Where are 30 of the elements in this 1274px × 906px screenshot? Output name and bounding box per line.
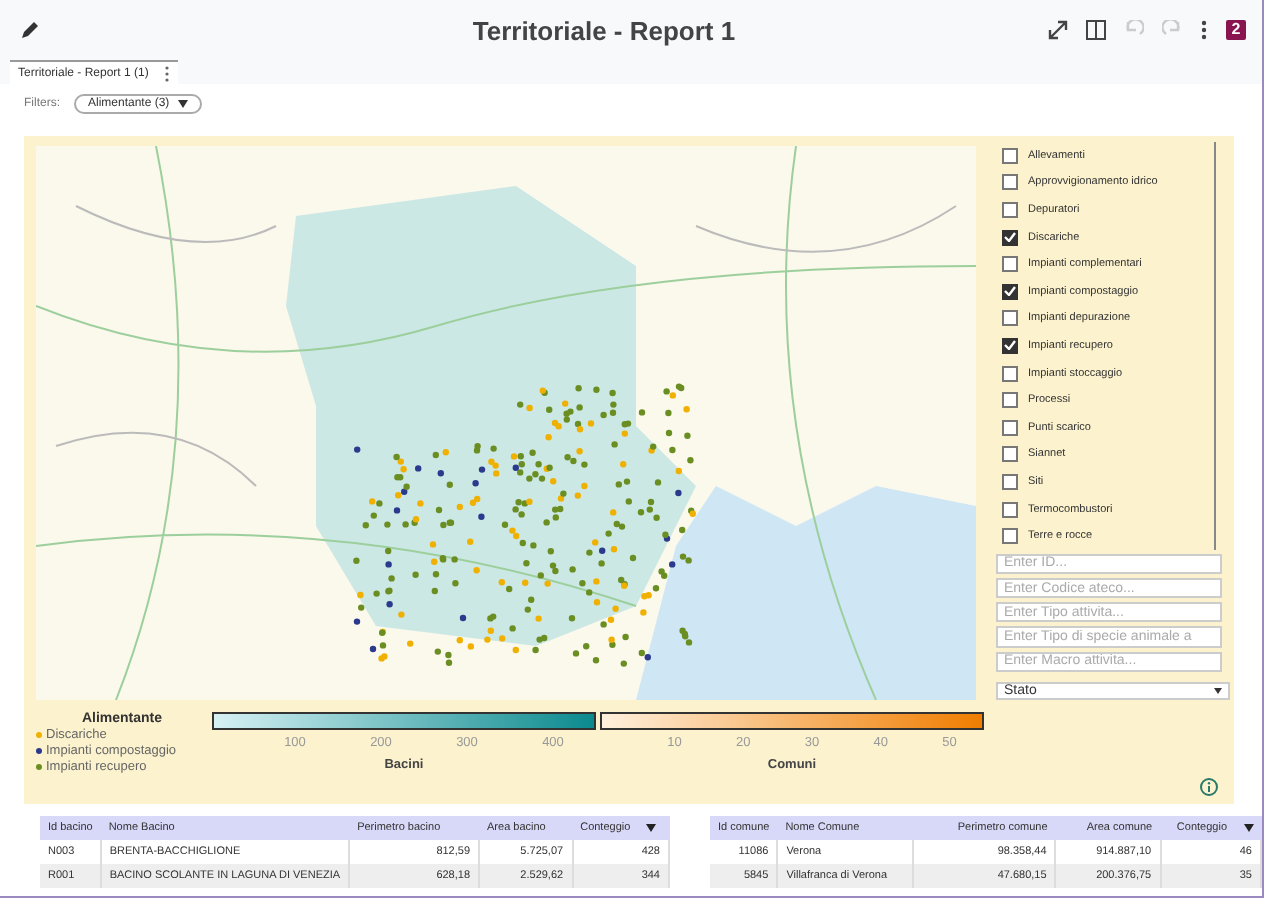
caret-icon <box>1214 687 1222 694</box>
sort-icon[interactable] <box>646 823 657 832</box>
notification-badge[interactable]: 2 <box>1226 20 1246 40</box>
report-title: Territoriale - Report 1 <box>470 15 738 45</box>
checkbox[interactable] <box>1002 419 1018 436</box>
checkbox[interactable] <box>1002 473 1018 490</box>
info-icon[interactable] <box>1200 778 1218 796</box>
caret-icon <box>177 100 188 108</box>
checkbox[interactable] <box>1002 392 1018 409</box>
checkbox[interactable] <box>1002 229 1018 246</box>
checkbox[interactable] <box>1002 365 1018 382</box>
checkbox[interactable] <box>1002 201 1018 218</box>
checkbox[interactable] <box>1002 310 1018 327</box>
checkbox[interactable] <box>1002 147 1018 164</box>
check-icon <box>1004 286 1016 297</box>
panel-icon[interactable] <box>1086 20 1106 40</box>
checkbox[interactable] <box>1002 501 1018 518</box>
checkbox[interactable] <box>1002 446 1018 463</box>
checkbox[interactable] <box>1002 174 1018 191</box>
check-icon <box>1004 232 1016 243</box>
pencil-icon[interactable] <box>20 20 40 40</box>
check-icon <box>1004 340 1016 351</box>
more-icon[interactable] <box>1200 20 1208 40</box>
expand-icon[interactable] <box>1048 20 1068 40</box>
checkbox[interactable] <box>1002 283 1018 300</box>
more-icon[interactable] <box>164 65 171 81</box>
checkbox[interactable] <box>1002 528 1018 545</box>
checkbox[interactable] <box>1002 256 1018 273</box>
checkbox[interactable] <box>1002 337 1018 354</box>
sort-icon[interactable] <box>1243 823 1253 832</box>
